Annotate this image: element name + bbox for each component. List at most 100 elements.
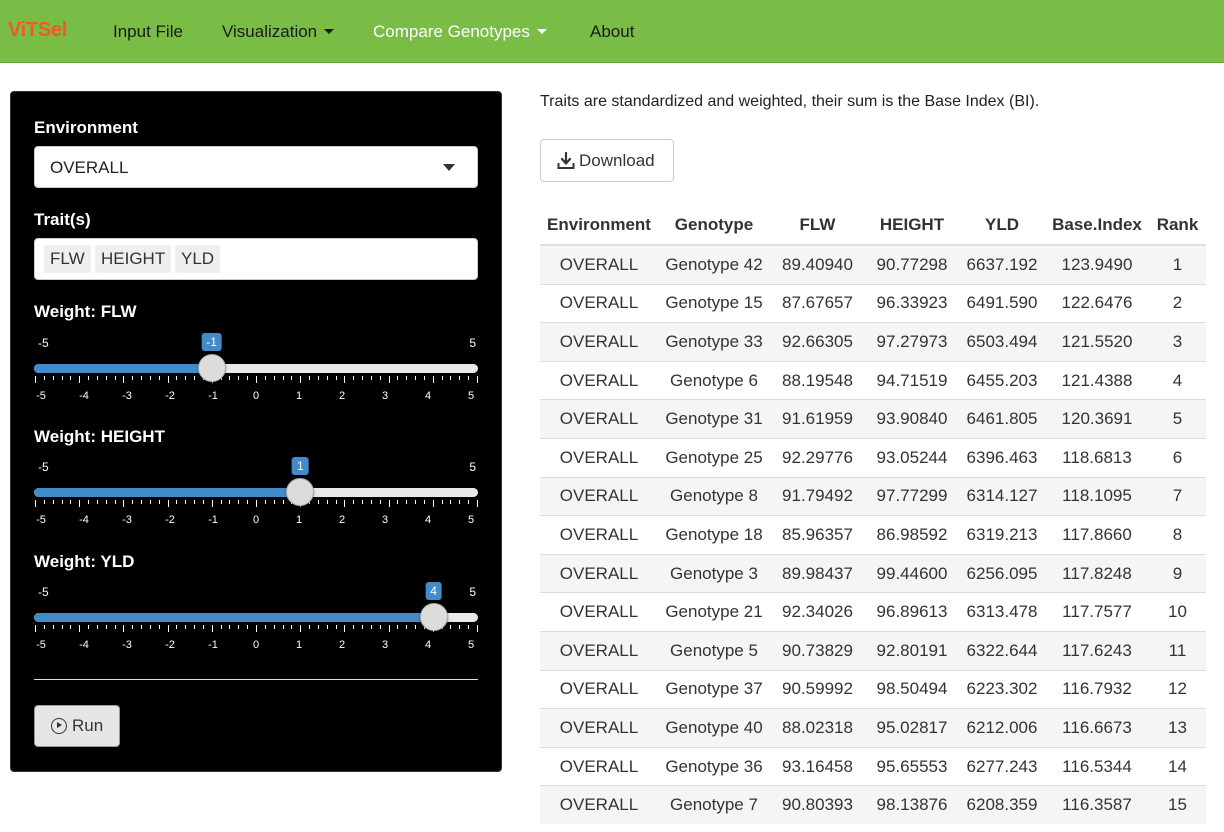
table-cell: 85.96357 [770, 515, 865, 555]
nav-compare-genotypes-dropdown[interactable]: Compare Genotypes [373, 22, 547, 42]
run-button[interactable]: Run [34, 705, 120, 747]
weight-yld-slider[interactable]: -5 5 -5 -4 -3 -2 -1 0 1 2 3 4 5 4 [34, 553, 478, 663]
slider-tick [326, 625, 328, 629]
table-cell: 15 [1149, 785, 1206, 824]
slider-tick [167, 625, 169, 632]
nav-input-file[interactable]: Input File [113, 22, 183, 42]
table-row: OVERALL Genotype 36 93.16458 95.65553 6277.2… [540, 746, 1206, 786]
table-cell: 93.05244 [865, 437, 959, 478]
nav-about[interactable]: About [590, 22, 634, 42]
slider-handle[interactable] [419, 603, 448, 631]
slider-tick [264, 500, 266, 504]
table-cell: 6503.494 [959, 322, 1045, 362]
slider-tick [459, 376, 461, 380]
slider-tick [132, 500, 134, 504]
table-row: OVERALL Genotype 40 88.02318 95.02817 6212.0… [540, 708, 1206, 748]
slider-tick [238, 625, 240, 629]
slider-tick [185, 376, 187, 380]
col-header-base-index[interactable]: Base.Index [1045, 206, 1149, 246]
slider-tick [291, 625, 293, 629]
table-cell: 96.33923 [865, 283, 959, 323]
table-cell: 9 [1149, 553, 1206, 593]
col-header-environment[interactable]: Environment [540, 206, 658, 246]
table-cell: 93.16458 [770, 746, 865, 786]
trait-tag[interactable]: FLW [44, 245, 91, 273]
table-cell: OVERALL [540, 399, 658, 439]
slider-value-badge: 1 [292, 457, 309, 475]
table-cell: 95.65553 [865, 746, 959, 786]
slider-tick [468, 376, 470, 380]
table-row: OVERALL Genotype 18 85.96357 86.98592 6319.2… [540, 515, 1206, 555]
table-cell: 97.27973 [865, 322, 959, 362]
slider-min-label: -5 [38, 585, 49, 599]
table-cell: 117.7577 [1045, 592, 1149, 632]
slider-tick-label: -4 [79, 639, 89, 651]
table-cell: 6 [1149, 437, 1206, 478]
slider-handle[interactable] [197, 354, 226, 382]
slider-tick [167, 376, 169, 383]
slider-tick [141, 500, 143, 504]
slider-tick [35, 500, 36, 507]
table-cell: 7 [1149, 476, 1206, 516]
table-cell: OVERALL [540, 476, 658, 516]
results-table: Environment Genotype FLW HEIGHT YLD Base… [540, 206, 1206, 824]
slider-tick-label: -2 [165, 639, 175, 651]
trait-tag[interactable]: HEIGHT [95, 245, 172, 273]
table-row: OVERALL Genotype 33 92.66305 97.27973 6503.4… [540, 322, 1206, 362]
table-row: OVERALL Genotype 31 91.61959 93.90840 6461.8… [540, 399, 1206, 439]
table-cell: 87.67657 [770, 283, 865, 323]
table-cell: 6223.302 [959, 669, 1045, 709]
slider-tick [335, 500, 337, 504]
table-cell: 118.6813 [1045, 437, 1149, 478]
slider-handle[interactable] [286, 478, 315, 506]
table-row: OVERALL Genotype 8 91.79492 97.77299 6314.12… [540, 476, 1206, 516]
slider-tick [423, 500, 425, 504]
slider-tick [264, 625, 266, 629]
table-row: OVERALL Genotype 6 88.19548 94.71519 6455.20… [540, 360, 1206, 400]
environment-select-value: OVERALL [50, 158, 129, 177]
nav-compare-genotypes-label: Compare Genotypes [373, 22, 530, 41]
col-header-height[interactable]: HEIGHT [865, 206, 959, 246]
slider-tick-label: 0 [252, 514, 260, 526]
slider-tick [370, 500, 372, 504]
table-cell: 88.19548 [770, 360, 865, 400]
download-button[interactable]: Download [540, 139, 674, 182]
table-cell: 98.13876 [865, 785, 959, 824]
col-header-rank[interactable]: Rank [1149, 206, 1206, 246]
download-button-label: Download [579, 151, 655, 170]
col-header-genotype[interactable]: Genotype [658, 206, 770, 246]
table-cell: 92.66305 [770, 322, 865, 362]
trait-tag[interactable]: YLD [175, 245, 221, 273]
slider-tick [105, 500, 107, 504]
slider-max-label: 5 [469, 460, 476, 474]
slider-tick-label: 4 [424, 390, 432, 402]
slider-tick [397, 625, 399, 629]
slider-min-label: -5 [38, 336, 49, 350]
slider-tick [477, 500, 478, 507]
slider-tick [406, 625, 408, 629]
slider-tick [96, 376, 98, 380]
table-cell: 6277.243 [959, 746, 1045, 786]
slider-tick-label: -3 [122, 639, 132, 651]
app-brand[interactable]: ViTSel [8, 19, 67, 42]
slider-tick-label: 5 [467, 390, 475, 402]
table-cell: 92.34026 [770, 592, 865, 632]
traits-multiselect[interactable]: FLW HEIGHT YLD [34, 238, 478, 280]
slider-tick [282, 500, 284, 504]
slider-tick [149, 500, 151, 504]
table-cell: 86.98592 [865, 515, 959, 555]
table-cell: 6212.006 [959, 708, 1045, 748]
slider-tick [35, 625, 36, 632]
weight-height-slider[interactable]: -5 5 -5 -4 -3 -2 -1 0 1 2 3 4 5 1 [34, 428, 478, 538]
slider-tick [211, 500, 213, 507]
slider-tick [353, 625, 355, 629]
nav-visualization-dropdown[interactable]: Visualization [222, 22, 335, 42]
environment-select[interactable]: OVERALL [34, 146, 478, 188]
table-cell: OVERALL [540, 322, 658, 362]
weight-flw-slider[interactable]: -5 5 -5 -4 -3 -2 -1 0 1 2 3 4 5 -1 [34, 304, 478, 414]
table-cell: OVERALL [540, 785, 658, 824]
col-header-yld[interactable]: YLD [959, 206, 1045, 246]
col-header-flw[interactable]: FLW [770, 206, 865, 246]
slider-tick-label: 5 [467, 514, 475, 526]
table-cell: 95.02817 [865, 708, 959, 748]
